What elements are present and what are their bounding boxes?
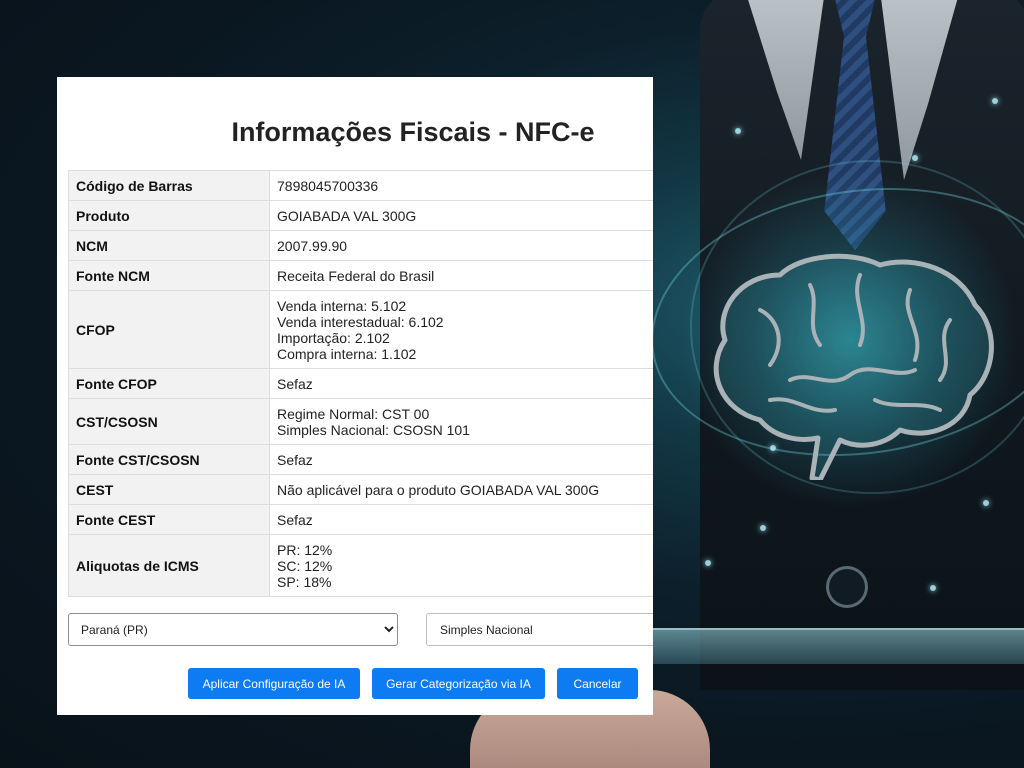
table-row: Fonte NCM Receita Federal do Brasil [68, 260, 653, 291]
field-value-line: SC: 12% [277, 557, 333, 574]
background-sparkle [992, 98, 998, 104]
field-value: Venda interna: 5.102 Venda interestadual:… [269, 290, 653, 369]
field-value: Sefaz [269, 444, 653, 475]
field-value-line: GOIABADA VAL 300G [277, 207, 417, 224]
background-glass-platform [652, 628, 1024, 664]
field-value: Não aplicável para o produto GOIABADA VA… [269, 474, 653, 505]
field-value: PR: 12% SC: 12% SP: 18% [269, 534, 653, 597]
table-row: Fonte CST/CSOSN Sefaz [68, 444, 653, 475]
field-value: 7898045700336 [269, 170, 653, 201]
field-label: Produto [68, 200, 270, 231]
field-value-line: PR: 12% [277, 541, 333, 558]
field-label: Fonte NCM [68, 260, 270, 291]
table-row: CFOP Venda interna: 5.102 Venda interestad… [68, 290, 653, 369]
field-value-line: Venda interestadual: 6.102 [277, 313, 444, 330]
table-row: Fonte CEST Sefaz [68, 504, 653, 535]
dialog-title: Informações Fiscais - NFC-e [231, 117, 595, 147]
field-value-line: Não aplicável para o produto GOIABADA VA… [277, 481, 600, 498]
field-value: GOIABADA VAL 300G [269, 200, 653, 231]
table-row: Código de Barras 7898045700336 [68, 170, 653, 201]
field-label: CEST [68, 474, 270, 505]
field-label: Fonte CST/CSOSN [68, 444, 270, 475]
table-row: Fonte CFOP Sefaz [68, 368, 653, 399]
field-value-line: Importação: 2.102 [277, 329, 390, 346]
fiscal-info-dialog: Informações Fiscais - NFC-e Código de Ba… [57, 77, 653, 715]
field-label: Aliquotas de ICMS [68, 534, 270, 597]
background-sparkle [983, 500, 989, 506]
field-label: NCM [68, 230, 270, 261]
apply-ai-config-button[interactable]: Aplicar Configuração de IA [188, 668, 360, 699]
field-value-line: Receita Federal do Brasil [277, 267, 435, 284]
state-select[interactable]: Paraná (PR) [68, 613, 398, 646]
table-row: CST/CSOSN Regime Normal: CST 00 Simples Na… [68, 398, 653, 445]
field-value: Sefaz [269, 368, 653, 399]
field-value-line: Venda interna: 5.102 [277, 297, 407, 314]
background-sparkle [770, 445, 776, 451]
field-label: Fonte CFOP [68, 368, 270, 399]
field-value: Regime Normal: CST 00 Simples Nacional: C… [269, 398, 653, 445]
field-label: CFOP [68, 290, 270, 369]
field-value-line: SP: 18% [277, 573, 332, 590]
field-value-line: Sefaz [277, 375, 313, 392]
background-sparkle [735, 128, 741, 134]
field-label: Fonte CEST [68, 504, 270, 535]
field-value-line: 7898045700336 [277, 177, 379, 194]
field-value-line: Compra interna: 1.102 [277, 345, 417, 362]
field-value: Receita Federal do Brasil [269, 260, 653, 291]
generate-ai-categorization-button[interactable]: Gerar Categorização via IA [372, 668, 545, 699]
field-label: Código de Barras [68, 170, 270, 201]
field-value-line: Sefaz [277, 451, 313, 468]
field-value-line: 2007.99.90 [277, 237, 348, 254]
background-sparkle [912, 155, 918, 161]
field-value-line: Simples Nacional: CSOSN 101 [277, 421, 470, 438]
background-sparkle [760, 525, 766, 531]
cancel-button[interactable]: Cancelar [557, 668, 638, 699]
field-value-line: Sefaz [277, 511, 313, 528]
background-sparkle [930, 585, 936, 591]
table-row: CEST Não aplicável para o produto GOIABAD… [68, 474, 653, 505]
fiscal-info-table: Código de Barras 7898045700336 Produto GOIA… [68, 170, 653, 597]
background-suit-button [826, 566, 868, 608]
tax-regime-field[interactable] [426, 613, 653, 646]
brain-icon [713, 253, 994, 480]
table-row: Produto GOIABADA VAL 300G [68, 200, 653, 231]
field-value: 2007.99.90 [269, 230, 653, 261]
field-value-line: Regime Normal: CST 00 [277, 405, 430, 422]
field-label: CST/CSOSN [68, 398, 270, 445]
table-row: NCM 2007.99.90 [68, 230, 653, 261]
background-sparkle [705, 560, 711, 566]
table-row: Aliquotas de ICMS PR: 12% SC: 12% SP: 18% [68, 534, 653, 597]
field-value: Sefaz [269, 504, 653, 535]
